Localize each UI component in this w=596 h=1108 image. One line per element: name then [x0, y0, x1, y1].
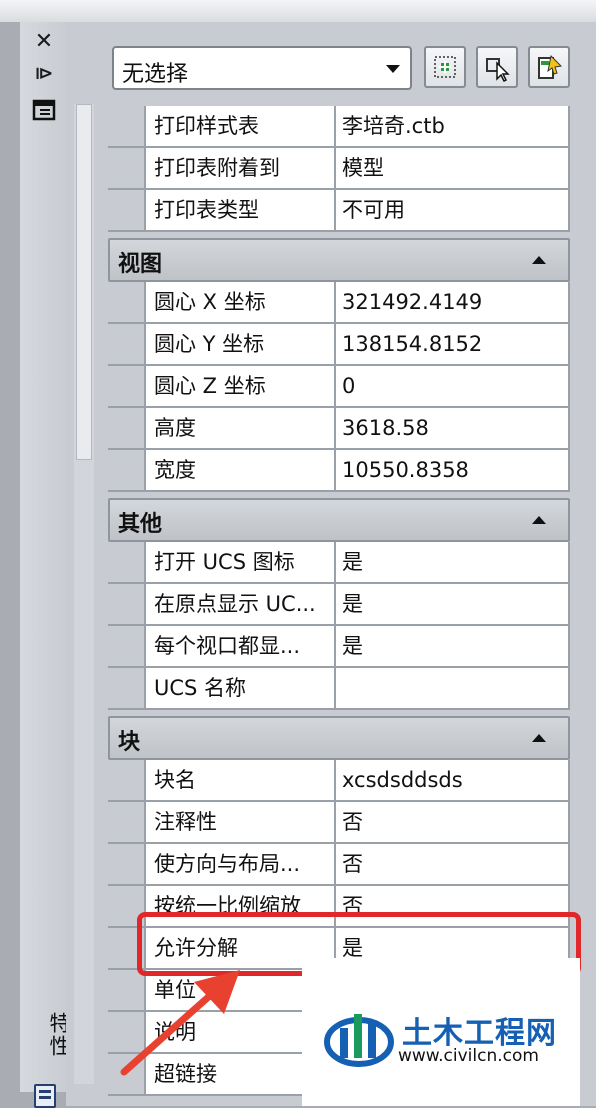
property-value[interactable]: 138154.8152 — [334, 324, 570, 364]
property-row[interactable]: 圆心 X 坐标 321492.4149 — [108, 282, 570, 324]
property-row[interactable]: 高度 3618.58 — [108, 408, 570, 450]
row-gutter — [108, 760, 144, 800]
selection-dropdown[interactable]: 无选择 — [112, 46, 412, 90]
row-gutter — [108, 190, 144, 230]
property-name: 宽度 — [144, 450, 334, 490]
pointer-arrow-icon — [120, 970, 240, 1076]
property-row[interactable]: 每个视口都显... 是 — [108, 626, 570, 668]
pickadd-toggle-button[interactable] — [424, 46, 466, 88]
auto-hide-icon[interactable]: ⧐ — [32, 62, 56, 86]
property-row[interactable]: 打开 UCS 图标是 — [108, 542, 570, 584]
row-gutter — [108, 282, 144, 322]
property-value[interactable]: 是 — [334, 542, 570, 582]
property-row[interactable]: 在原点显示 UC... 是 — [108, 584, 570, 626]
property-row[interactable]: 打印样式表 李培奇.ctb — [108, 106, 570, 148]
category-label: 视图 — [118, 252, 163, 277]
property-value[interactable]: xcsdsddsds — [334, 760, 570, 800]
select-objects-button[interactable] — [476, 46, 518, 88]
property-row[interactable]: 打印表附着到 模型 — [108, 148, 570, 190]
category-label: 其他 — [118, 512, 163, 537]
property-row[interactable]: UCS 名称 — [108, 668, 570, 710]
civilcn-logo-icon — [324, 1014, 394, 1067]
palette-titlebar[interactable]: ✕ ⧐ 特性 — [20, 22, 71, 1108]
row-gutter — [108, 408, 144, 448]
property-value[interactable]: 3618.58 — [334, 408, 570, 448]
property-value[interactable]: 否 — [334, 844, 570, 884]
category-misc[interactable]: 其他 — [108, 498, 570, 542]
property-name: 每个视口都显... — [144, 626, 334, 666]
properties-menu-icon[interactable] — [32, 98, 56, 122]
row-gutter — [108, 668, 144, 708]
scrollbar-thumb[interactable] — [76, 104, 92, 460]
property-row[interactable]: 圆心 Z 坐标 0 — [108, 366, 570, 408]
watermark: 土木工程网 www.civilcn.com — [302, 958, 580, 1106]
property-name: 打印表附着到 — [144, 148, 334, 188]
quick-select-icon — [538, 54, 563, 79]
category-label: 块 — [118, 730, 141, 755]
property-value[interactable]: 否 — [334, 802, 570, 842]
category-block[interactable]: 块 — [108, 716, 570, 760]
property-value[interactable] — [334, 668, 570, 708]
property-name: 注释性 — [144, 802, 334, 842]
property-row[interactable]: 圆心 Y 坐标 138154.8152 — [108, 324, 570, 366]
row-gutter — [108, 584, 144, 624]
property-name: 圆心 Y 坐标 — [144, 324, 334, 364]
property-name: 在原点显示 UC... — [144, 584, 334, 624]
property-row[interactable]: 块名 xcsdsddsds — [108, 760, 570, 802]
top-toolbar-strip — [0, 0, 596, 23]
row-gutter — [108, 626, 144, 666]
pickadd-toggle-icon — [434, 56, 456, 78]
property-row[interactable]: 打印表类型 不可用 — [108, 190, 570, 232]
property-name: 块名 — [144, 760, 334, 800]
palette-options-icon[interactable] — [34, 1084, 56, 1108]
close-icon[interactable]: ✕ — [32, 30, 56, 54]
row-gutter — [108, 844, 144, 884]
watermark-url: www.civilcn.com — [398, 1046, 539, 1066]
row-gutter — [108, 324, 144, 364]
property-value[interactable]: 不可用 — [334, 190, 570, 230]
property-name: 打印样式表 — [144, 106, 334, 146]
property-row[interactable]: 注释性否 — [108, 802, 570, 844]
row-gutter — [108, 802, 144, 842]
row-gutter — [108, 148, 144, 188]
property-value[interactable]: 模型 — [334, 148, 570, 188]
property-name: 圆心 Z 坐标 — [144, 366, 334, 406]
property-value[interactable]: 10550.8358 — [334, 450, 570, 490]
property-name: UCS 名称 — [144, 668, 334, 708]
collapse-icon[interactable] — [532, 734, 546, 742]
left-edge — [0, 22, 20, 1106]
chevron-down-icon — [386, 65, 400, 73]
property-name: 打开 UCS 图标 — [144, 542, 334, 582]
property-value[interactable]: 李培奇.ctb — [334, 106, 570, 146]
quick-select-button[interactable] — [528, 46, 570, 88]
category-view[interactable]: 视图 — [108, 238, 570, 282]
property-row[interactable]: 宽度 10550.8358 — [108, 450, 570, 492]
property-name: 打印表类型 — [144, 190, 334, 230]
property-name: 圆心 X 坐标 — [144, 282, 334, 322]
select-objects-icon — [486, 58, 510, 83]
collapse-icon[interactable] — [532, 516, 546, 524]
row-gutter — [108, 366, 144, 406]
row-gutter — [108, 542, 144, 582]
collapse-icon[interactable] — [532, 256, 546, 264]
property-name: 使方向与布局... — [144, 844, 334, 884]
property-value[interactable]: 0 — [334, 366, 570, 406]
selection-value: 无选择 — [122, 62, 189, 87]
property-value[interactable]: 是 — [334, 584, 570, 624]
row-gutter — [108, 450, 144, 490]
property-name: 高度 — [144, 408, 334, 448]
property-row[interactable]: 使方向与布局... 否 — [108, 844, 570, 886]
row-gutter — [108, 106, 144, 146]
property-value[interactable]: 是 — [334, 626, 570, 666]
property-value[interactable]: 321492.4149 — [334, 282, 570, 322]
